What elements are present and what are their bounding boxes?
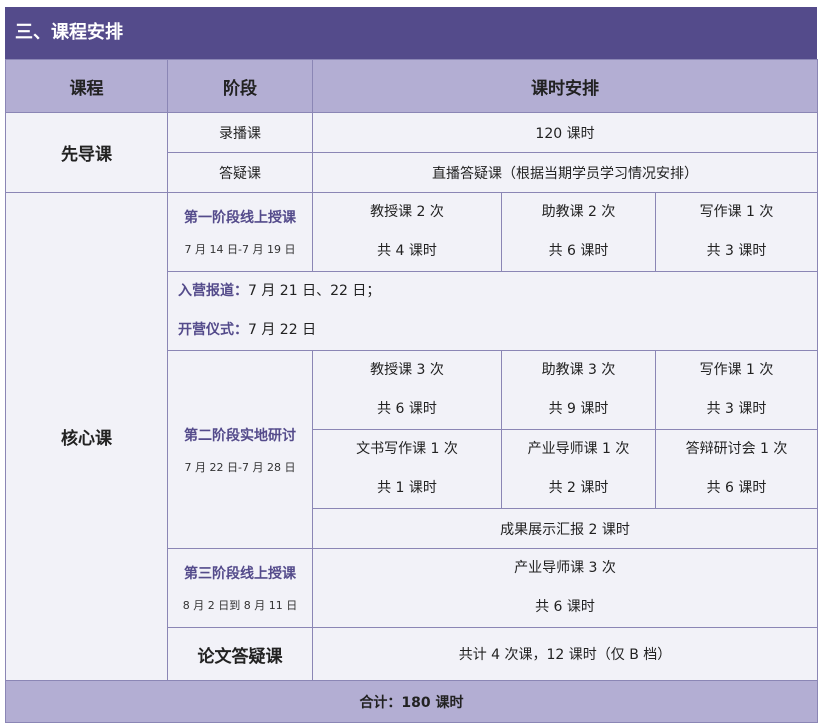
cell-line1: 答辩研讨会 1 次 bbox=[685, 441, 788, 457]
schedule-cell: 教授课 2 次共 4 课时 bbox=[312, 192, 502, 272]
phase1-name: 第一阶段线上授课 bbox=[184, 210, 296, 226]
phase3-name: 第三阶段线上授课 bbox=[184, 566, 296, 582]
cell-line2: 共 2 课时 bbox=[548, 480, 609, 496]
stage-cell: 答疑课 bbox=[167, 152, 313, 193]
header-course: 课程 bbox=[5, 59, 168, 113]
section-title: 三、课程安排 bbox=[5, 7, 817, 59]
cell-line2: 共 3 课时 bbox=[706, 243, 767, 259]
camp-report-label: 入营报道： bbox=[178, 283, 248, 299]
cell-line2: 共 6 课时 bbox=[548, 243, 609, 259]
phase1-stage: 第一阶段线上授课 7 月 14 日-7 月 19 日 bbox=[167, 192, 313, 272]
camp-open-label: 开营仪式： bbox=[178, 322, 248, 338]
cell-line2: 共 6 课时 bbox=[535, 599, 595, 615]
cell-line1: 产业导师课 1 次 bbox=[527, 441, 630, 457]
cell-line1: 教授课 2 次 bbox=[370, 204, 444, 220]
table-row: 先导课 录播课 120 课时 bbox=[5, 112, 818, 193]
cell-line1: 写作课 1 次 bbox=[699, 362, 774, 378]
course-core: 核心课 bbox=[5, 192, 168, 681]
total-row: 合计：180 课时 bbox=[5, 680, 818, 723]
camp-report-line: 入营报道：7 月 21 日、22 日； bbox=[178, 272, 817, 311]
header-schedule: 课时安排 bbox=[312, 59, 818, 113]
phase3-stage: 第三阶段线上授课 8 月 2 日到 8 月 11 日 bbox=[167, 548, 313, 628]
camp-open-line: 开营仪式：7 月 22 日 bbox=[178, 311, 817, 350]
cell-line2: 共 6 课时 bbox=[377, 401, 437, 417]
schedule-cell: 答辩研讨会 1 次共 6 课时 bbox=[655, 429, 818, 509]
course-pre: 先导课 bbox=[5, 112, 168, 193]
cell-line2: 共 3 课时 bbox=[706, 401, 767, 417]
table-header-row: 课程 阶段 课时安排 bbox=[5, 59, 818, 113]
camp-info-cell: 入营报道：7 月 21 日、22 日； 开营仪式：7 月 22 日 bbox=[167, 271, 818, 351]
cell-line2: 共 1 课时 bbox=[377, 480, 437, 496]
schedule-table: 课程 阶段 课时安排 先导课 录播课 120 课时 答疑课 直播答疑课（根据当期… bbox=[5, 59, 818, 723]
cell-line1: 教授课 3 次 bbox=[370, 362, 444, 378]
header-stage: 阶段 bbox=[167, 59, 313, 113]
cell-line1: 写作课 1 次 bbox=[699, 204, 774, 220]
stage-cell: 录播课 bbox=[167, 112, 313, 153]
cell-line1: 助教课 3 次 bbox=[541, 362, 616, 378]
schedule-cell: 助教课 3 次共 9 课时 bbox=[501, 350, 656, 430]
cell-line1: 文书写作课 1 次 bbox=[356, 441, 458, 457]
phase1-date: 7 月 14 日-7 月 19 日 bbox=[184, 243, 296, 256]
schedule-cell: 产业导师课 3 次共 6 课时 bbox=[312, 548, 818, 628]
table-row: 核心课 第一阶段线上授课 7 月 14 日-7 月 19 日 教授课 2 次共 … bbox=[5, 192, 818, 681]
camp-report-value: 7 月 21 日、22 日； bbox=[248, 283, 381, 299]
thesis-cell: 共计 4 次课，12 课时（仅 B 档） bbox=[312, 627, 818, 681]
cell-line2: 共 9 课时 bbox=[548, 401, 609, 417]
phase2-date: 7 月 22 日-7 月 28 日 bbox=[184, 460, 296, 474]
schedule-cell: 助教课 2 次共 6 课时 bbox=[501, 192, 656, 272]
schedule-cell: 直播答疑课（根据当期学员学习情况安排） bbox=[312, 152, 818, 193]
phase3-date: 8 月 2 日到 8 月 11 日 bbox=[182, 599, 298, 612]
cell-line2: 共 4 课时 bbox=[377, 243, 437, 259]
schedule-cell: 产业导师课 1 次共 2 课时 bbox=[501, 429, 656, 509]
phase2-name: 第二阶段实地研讨 bbox=[184, 427, 296, 444]
schedule-cell: 文书写作课 1 次共 1 课时 bbox=[312, 429, 502, 509]
schedule-cell: 写作课 1 次共 3 课时 bbox=[655, 350, 818, 430]
cell-line1: 助教课 2 次 bbox=[541, 204, 616, 220]
cell-line2: 共 6 课时 bbox=[706, 480, 767, 496]
schedule-cell: 教授课 3 次共 6 课时 bbox=[312, 350, 502, 430]
camp-open-value: 7 月 22 日 bbox=[248, 322, 317, 338]
phase2-stage: 第二阶段实地研讨 7 月 22 日-7 月 28 日 bbox=[167, 350, 313, 549]
total-cell: 合计：180 课时 bbox=[5, 680, 818, 723]
cell-line1: 产业导师课 3 次 bbox=[514, 560, 616, 576]
schedule-cell: 写作课 1 次共 3 课时 bbox=[655, 192, 818, 272]
course-thesis: 论文答疑课 bbox=[167, 627, 313, 681]
showcase-cell: 成果展示汇报 2 课时 bbox=[312, 508, 818, 549]
schedule-cell: 120 课时 bbox=[312, 112, 818, 153]
